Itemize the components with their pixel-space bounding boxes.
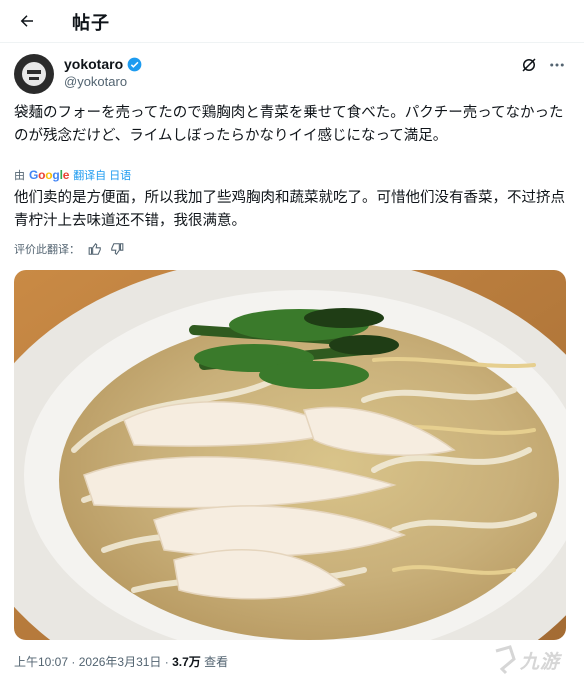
view-count: 3.7万 <box>172 655 201 669</box>
more-options-button[interactable] <box>546 54 568 76</box>
page-title: 帖子 <box>72 13 110 33</box>
author-name[interactable]: yokotaro <box>64 56 142 72</box>
translation-source-link[interactable]: 翻译自 日语 <box>73 167 131 183</box>
watermark-logo-icon <box>495 645 516 675</box>
thumb-down-icon[interactable] <box>110 242 124 256</box>
translated-text: 他们卖的是方便面，所以我加了些鸡胸肉和蔬菜就吃了。可惜他们没有香菜，不过挤点青柠… <box>14 190 565 229</box>
avatar[interactable] <box>14 54 54 94</box>
google-logo: Google <box>29 168 70 182</box>
meta-separator: · <box>71 655 76 669</box>
author-handle[interactable]: @yokotaro <box>64 74 127 89</box>
top-bar: 帖子 <box>0 0 584 43</box>
rate-translation: 评价此翻译： <box>14 241 124 257</box>
post-date[interactable]: 2026年3月31日 <box>79 655 162 669</box>
author-display-name[interactable]: yokotaro <box>64 56 123 72</box>
post-metadata: 上午10:07 · 2026年3月31日 · 3.7万 查看 <box>14 653 228 670</box>
back-button[interactable] <box>14 8 40 34</box>
post-time[interactable]: 上午10:07 <box>14 655 68 669</box>
translation-attribution: 由 Google 翻译自 日语 <box>14 167 131 183</box>
more-dots-icon <box>550 63 564 67</box>
noodle-soup-image <box>14 270 566 640</box>
arrow-left-icon <box>20 15 33 27</box>
grok-icon <box>522 58 536 72</box>
avatar-face-icon <box>22 62 46 86</box>
grok-button[interactable] <box>518 54 540 76</box>
post-text: 袋麺のフォーを売ってたので鶏胸肉と青菜を乗せて食べた。パクチー売ってなかったのが… <box>14 105 564 144</box>
watermark: 九游 <box>492 642 580 678</box>
thumb-up-icon[interactable] <box>88 242 102 256</box>
meta-separator-2: · <box>164 655 169 669</box>
verified-badge-icon <box>127 57 142 71</box>
watermark-text: 九游 <box>520 651 561 673</box>
post-photo[interactable] <box>14 270 566 640</box>
translation-prefix: 由 <box>14 170 25 182</box>
rate-translation-label: 评价此翻译： <box>14 244 80 256</box>
view-label: 查看 <box>204 655 229 669</box>
